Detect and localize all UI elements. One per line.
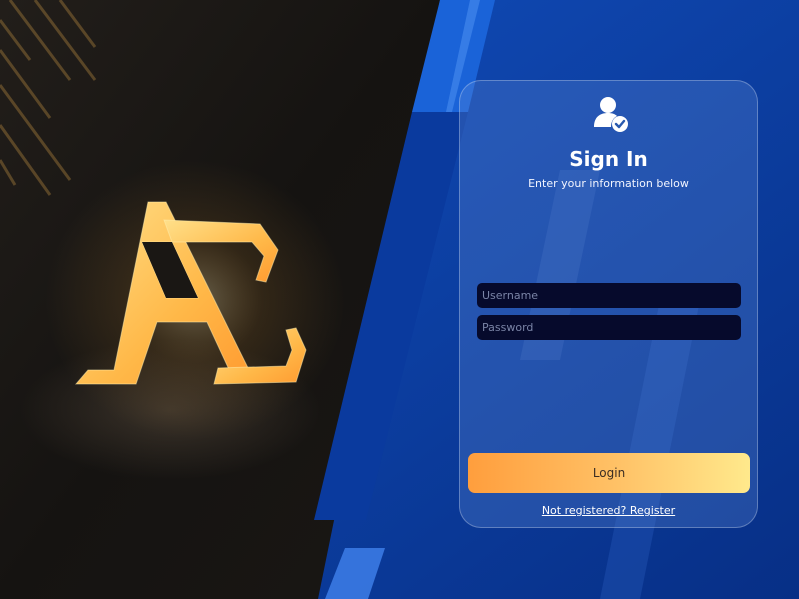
password-field[interactable] (477, 315, 741, 340)
brand-logo (74, 201, 307, 385)
login-button[interactable]: Login (468, 453, 750, 493)
page-title: Sign In (569, 147, 648, 171)
page-subtitle: Enter your information below (528, 177, 689, 190)
login-card: Sign In Enter your information below Log… (459, 80, 758, 528)
user-check-icon (594, 97, 628, 132)
register-link[interactable]: Not registered? Register (460, 504, 757, 517)
username-field[interactable] (477, 283, 741, 308)
